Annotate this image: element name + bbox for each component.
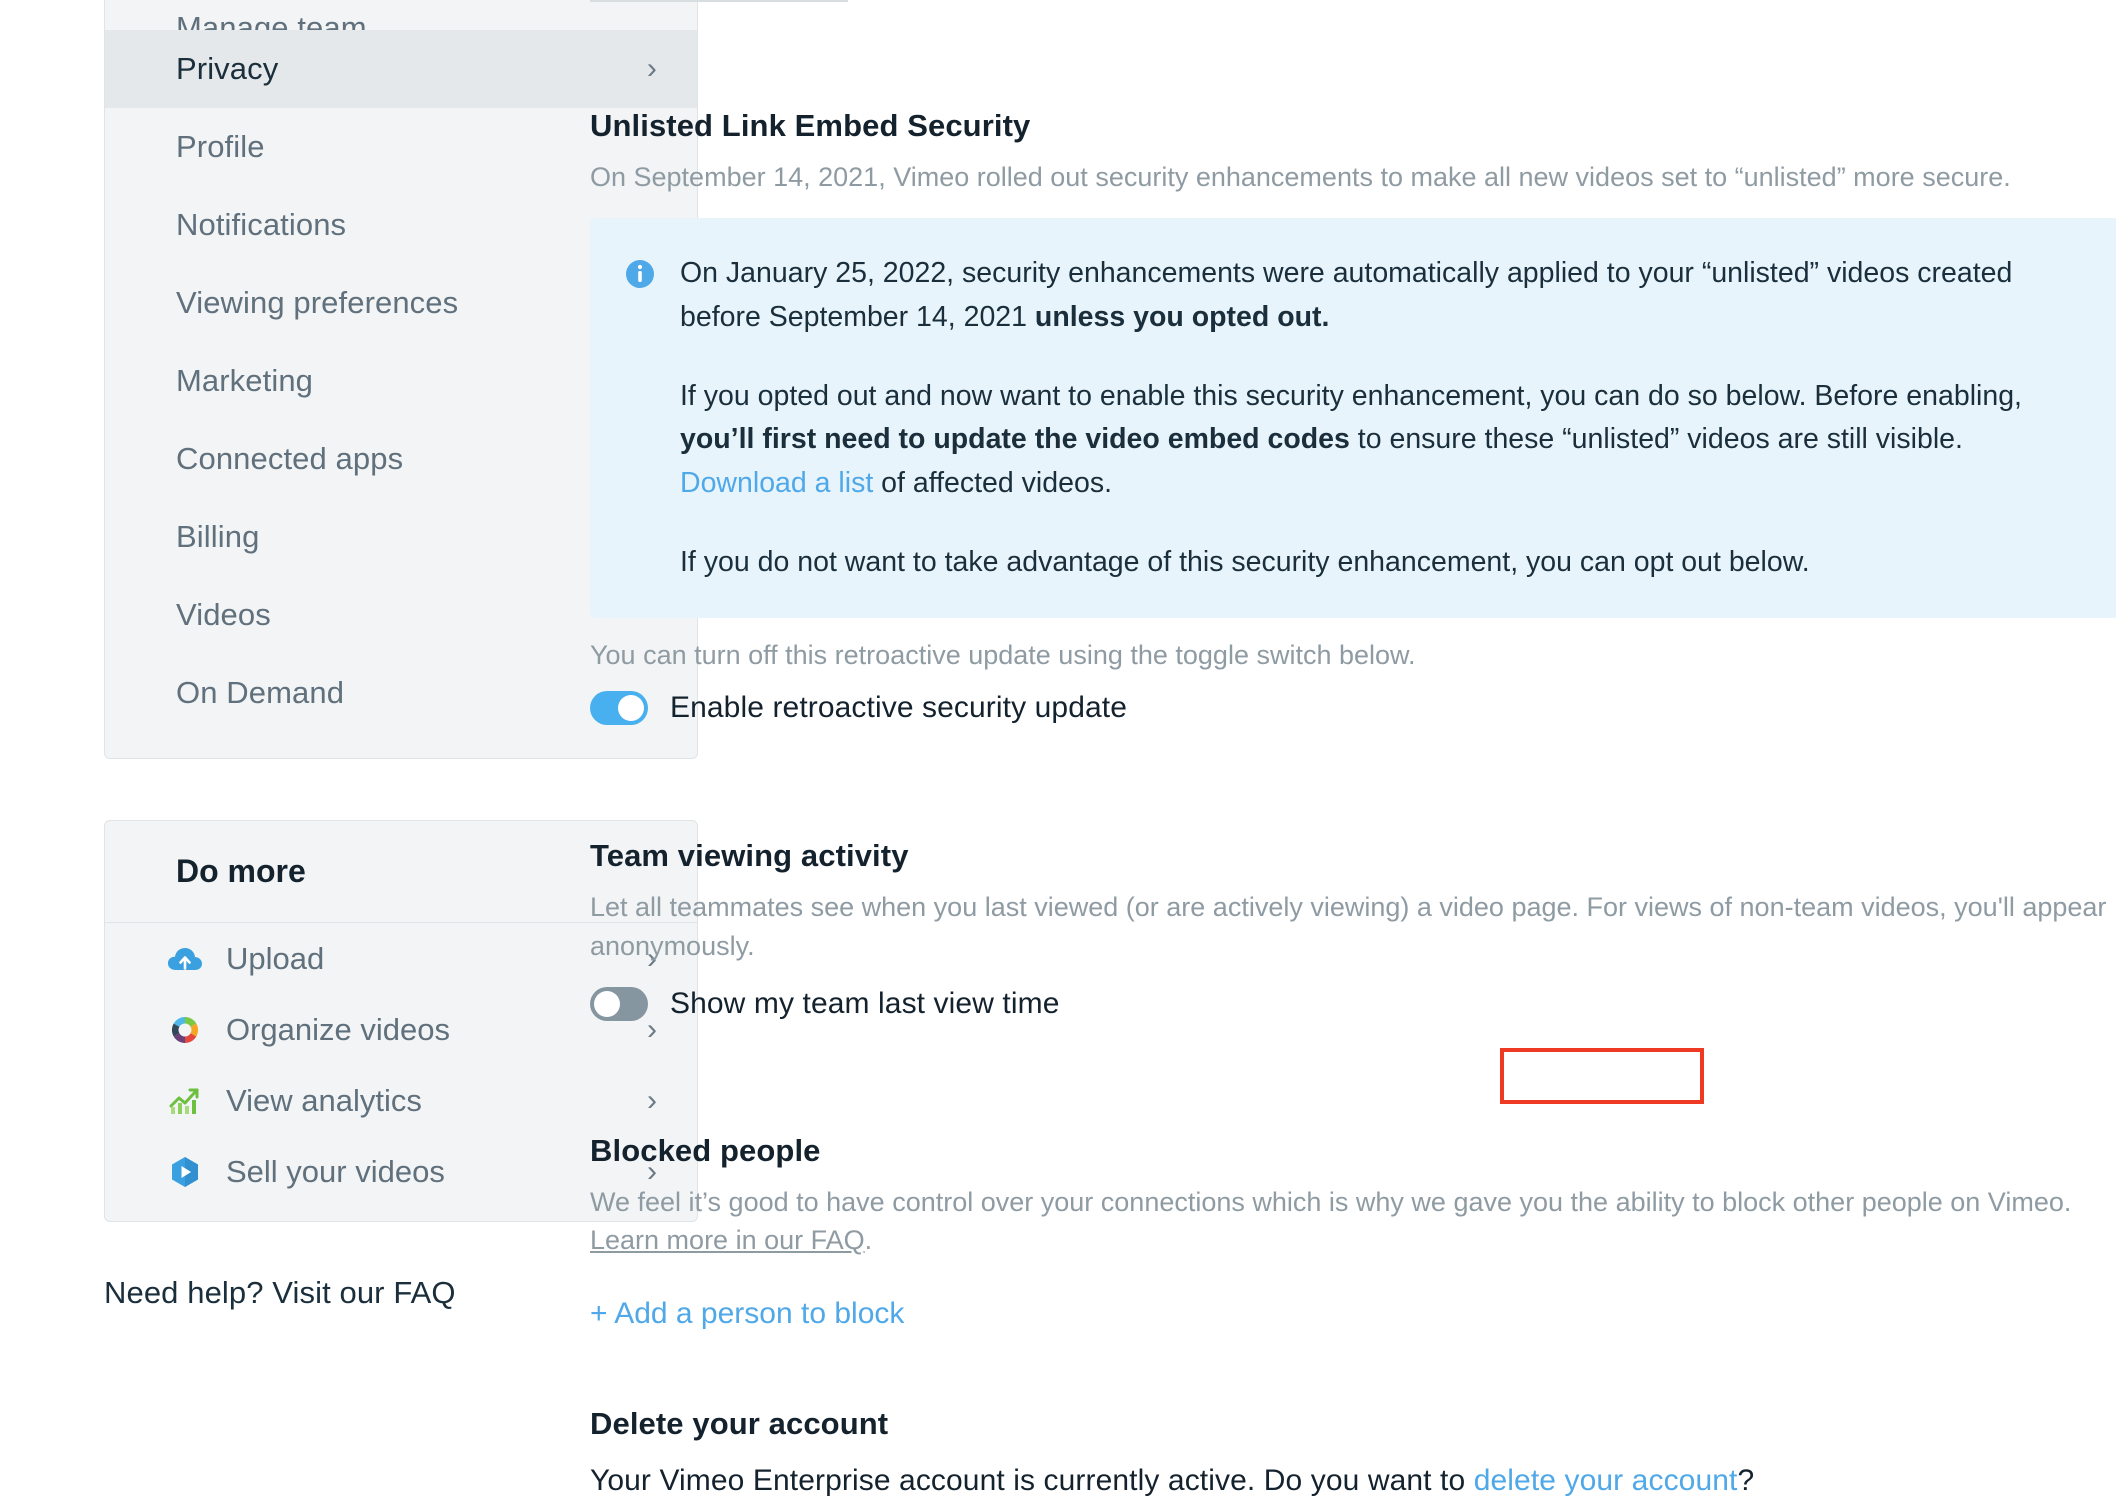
info-banner: On January 25, 2022, security enhancemen… — [590, 218, 2116, 619]
info-p1-text: On January 25, 2022, security enhancemen… — [680, 257, 2013, 333]
main-content: Unlisted Link Embed Security On Septembe… — [588, 0, 2116, 1504]
settings-privacy-page: Manage team Privacy › Profile Notificati… — [0, 0, 2116, 1504]
delete-account-title: Delete your account — [590, 1405, 889, 1441]
sidebar-item-label: Connected apps — [176, 441, 404, 476]
info-p1-bold: unless you opted out. — [1034, 300, 1330, 333]
sidebar-item-label: Manage team — [176, 10, 367, 30]
section-divider — [590, 0, 848, 2]
retroactive-toggle-row: Enable retroactive security update — [590, 691, 2116, 726]
team-viewing-description-line1: Let all teammates see when you last view… — [590, 892, 2107, 923]
enable-retroactive-security-toggle[interactable] — [590, 691, 648, 726]
info-p2-text-b: to ensure these “unlisted” videos are st… — [1349, 423, 1963, 456]
info-p2-text-c: of affected videos. — [873, 466, 1112, 499]
do-more-item-label: Upload — [226, 940, 325, 976]
learn-more-faq-link[interactable]: Learn more in our FAQ — [590, 1225, 865, 1255]
info-banner-text: On January 25, 2022, security enhancemen… — [680, 252, 2080, 584]
sidebar-item-label: On Demand — [176, 675, 345, 710]
cloud-upload-icon — [165, 939, 205, 979]
info-paragraph-3: If you do not want to take advantage of … — [680, 545, 1810, 578]
delete-account-text: Your Vimeo Enterprise account is current… — [590, 1464, 2116, 1498]
page-title: Unlisted Link Embed Security — [590, 108, 1031, 143]
delete-account-text-before: Your Vimeo Enterprise account is current… — [590, 1463, 1474, 1497]
team-viewing-toggle-label: Show my team last view time — [670, 986, 1060, 1020]
sidebar-item-label: Videos — [176, 597, 271, 632]
team-viewing-description-line2: anonymously. — [590, 930, 755, 961]
blocked-people-description-text: We feel it’s good to have control over y… — [590, 1186, 2072, 1217]
section-unlisted-link-embed-security: Unlisted Link Embed Security On Septembe… — [588, 108, 2116, 726]
sidebar-item-label: Billing — [176, 519, 260, 554]
team-viewing-title: Team viewing activity — [590, 838, 909, 874]
sidebar: Manage team Privacy › Profile Notificati… — [0, 0, 698, 1311]
sidebar-item-label: Marketing — [176, 363, 314, 398]
play-hexagon-icon — [165, 1152, 205, 1192]
add-person-to-block-link[interactable]: + Add a person to block — [590, 1297, 904, 1331]
info-circle-icon — [624, 258, 656, 290]
sidebar-item-label: Notifications — [176, 207, 347, 242]
retroactive-toggle-label: Enable retroactive security update — [670, 691, 1127, 725]
sidebar-item-label: Privacy — [176, 51, 279, 86]
delete-account-text-after: ? — [1737, 1463, 1755, 1497]
sidebar-item-label: Profile — [176, 129, 265, 164]
show-team-last-view-time-toggle[interactable] — [590, 986, 648, 1021]
section-blocked-people: Blocked people We feel it’s good to have… — [588, 1133, 2116, 1331]
do-more-item-label: View analytics — [226, 1082, 422, 1118]
blocked-people-title: Blocked people — [590, 1132, 821, 1168]
toggle-knob — [594, 990, 620, 1017]
info-paragraph-2: If you opted out and now want to enable … — [680, 375, 2080, 505]
retroactive-helper-text: You can turn off this retroactive update… — [590, 640, 1416, 671]
toggle-knob — [618, 695, 644, 722]
blocked-people-period: . — [864, 1225, 873, 1256]
info-p2-bold: you’ll first need to update the video em… — [680, 423, 1350, 456]
delete-your-account-link[interactable]: delete your account — [1474, 1464, 1738, 1497]
info-p2-text-a: If you opted out and now want to enable … — [680, 379, 2022, 412]
faq-help-text[interactable]: Need help? Visit our FAQ — [104, 1275, 588, 1311]
info-paragraph-1: On January 25, 2022, security enhancemen… — [680, 252, 2080, 339]
color-wheel-icon — [165, 1010, 205, 1050]
section-team-viewing-activity: Team viewing activity Let all teammates … — [588, 838, 2116, 1021]
do-more-item-label: Sell your videos — [226, 1153, 445, 1189]
unlisted-description: On September 14, 2021, Vimeo rolled out … — [590, 162, 2011, 192]
blocked-people-description: We feel it’s good to have control over y… — [590, 1183, 2116, 1221]
analytics-chart-icon — [165, 1081, 205, 1121]
sidebar-item-label: Viewing preferences — [176, 285, 459, 320]
section-delete-account: Delete your account Your Vimeo Enterpris… — [588, 1406, 2116, 1498]
download-list-link[interactable]: Download a list — [680, 467, 873, 499]
do-more-item-label: Organize videos — [226, 1011, 451, 1047]
blocked-people-faq-line: Learn more in our FAQ. — [590, 1221, 2116, 1259]
team-viewing-toggle-row: Show my team last view time — [590, 986, 2116, 1021]
